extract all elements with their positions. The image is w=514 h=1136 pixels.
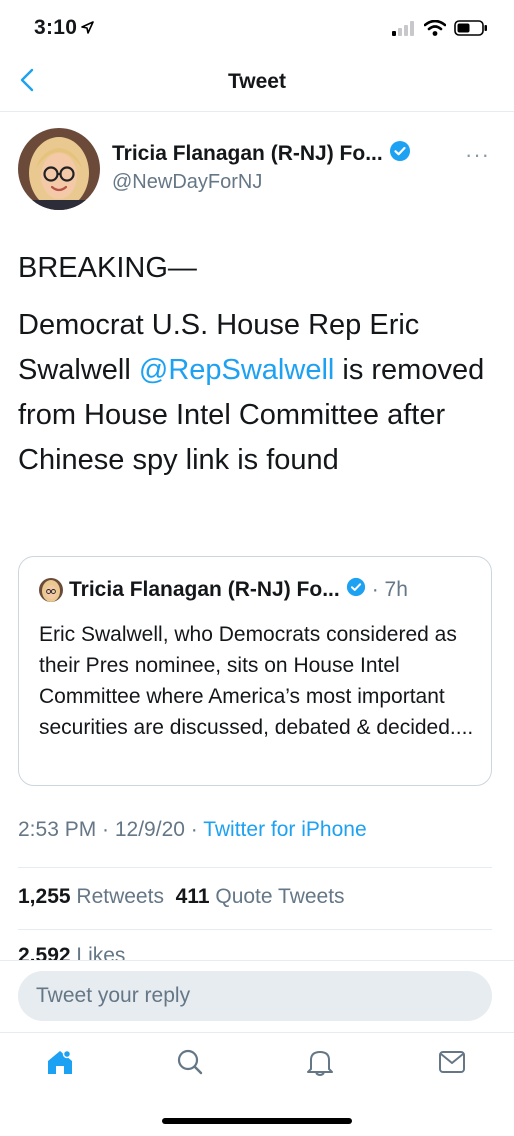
verified-badge-icon	[389, 140, 411, 168]
tweet-meta: 2:53 PM · 12/9/20 · Twitter for iPhone	[18, 818, 367, 842]
search-icon	[176, 1048, 204, 1081]
author-handle[interactable]: @NewDayForNJ	[112, 171, 262, 194]
cellular-signal-icon	[392, 20, 416, 41]
divider	[18, 867, 492, 868]
tab-search[interactable]	[168, 1047, 212, 1081]
retweets-count: 1,255	[18, 885, 71, 908]
quote-tweets-count: 411	[175, 885, 210, 908]
verified-badge-icon	[346, 577, 366, 603]
more-options-button[interactable]: ···	[465, 142, 490, 168]
likes-stat[interactable]: 2,592 Likes	[18, 944, 125, 960]
retweets-stat[interactable]: 1,255 Retweets	[18, 885, 164, 908]
location-arrow-icon	[81, 21, 95, 38]
status-time: 3:10	[34, 16, 78, 39]
quote-author-name: Tricia Flanagan (R-NJ) Fo...	[69, 578, 340, 601]
quote-text: Eric Swalwell, who Democrats considered …	[39, 623, 474, 739]
retweets-label: Retweets	[76, 885, 164, 908]
tweet-author: Tricia Flanagan (R-NJ) Fo... @NewDayForN…	[18, 128, 494, 212]
page-title: Tweet	[228, 70, 286, 93]
wifi-icon	[423, 19, 447, 41]
nav-bar: Tweet	[0, 56, 514, 112]
likes-count: 2,592	[18, 944, 71, 960]
quote-time: · 7h	[371, 578, 408, 601]
notifications-bell-icon	[306, 1047, 334, 1082]
quote-tweets-stat[interactable]: 411 Quote Tweets	[176, 885, 345, 908]
avatar[interactable]	[18, 128, 100, 210]
divider	[18, 929, 492, 930]
tab-home[interactable]	[38, 1047, 82, 1081]
battery-icon	[454, 20, 488, 41]
tweet-timestamp: 2:53 PM · 12/9/20 ·	[18, 818, 204, 841]
tab-notifications[interactable]	[298, 1047, 342, 1081]
tweet-stats: 1,255 Retweets 411 Quote Tweets	[18, 885, 345, 909]
tweet-text: BREAKING— Democrat U.S. House Rep Eric S…	[18, 246, 496, 483]
quote-tweets-label: Quote Tweets	[215, 885, 345, 908]
quote-avatar	[39, 578, 63, 602]
tweet-source-link[interactable]: Twitter for iPhone	[203, 818, 366, 841]
tweet-text-line: BREAKING—	[18, 252, 197, 284]
home-icon	[45, 1047, 75, 1082]
author-name[interactable]: Tricia Flanagan (R-NJ) Fo...	[112, 142, 383, 166]
quoted-tweet-card[interactable]: Tricia Flanagan (R-NJ) Fo... · 7h Eric S…	[18, 556, 492, 786]
likes-label: Likes	[76, 944, 126, 960]
mention-link[interactable]: @RepSwalwell	[139, 354, 334, 386]
reply-bar	[0, 960, 514, 1032]
tab-messages[interactable]	[430, 1047, 474, 1081]
status-bar: 3:10	[0, 0, 514, 56]
messages-mail-icon	[438, 1050, 466, 1079]
reply-input[interactable]	[18, 971, 492, 1021]
home-indicator	[162, 1118, 352, 1124]
